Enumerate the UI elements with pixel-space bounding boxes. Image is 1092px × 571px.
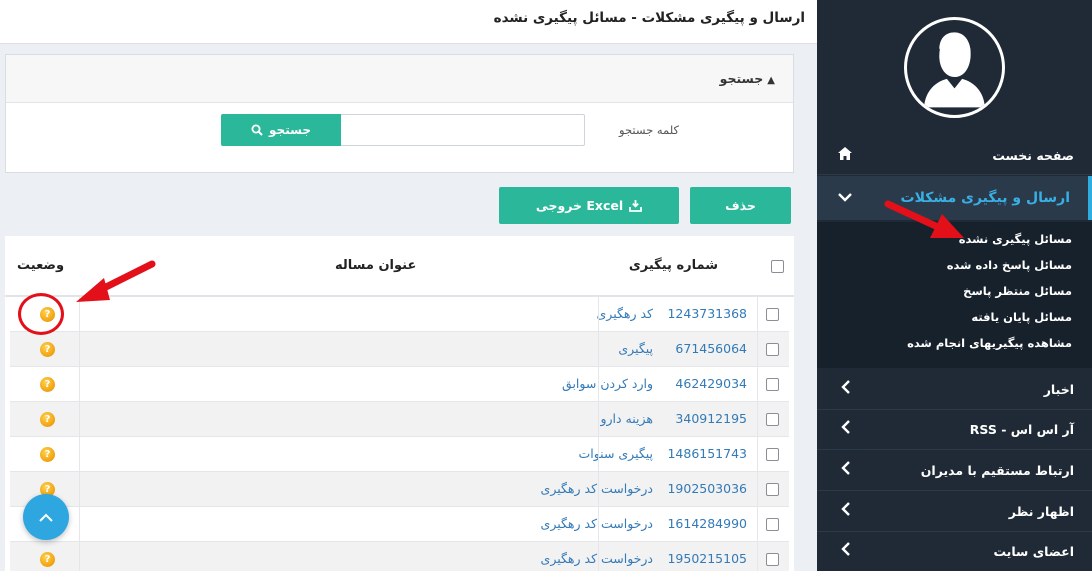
row-checkbox[interactable]	[766, 308, 779, 321]
row-checkbox[interactable]	[766, 413, 779, 426]
table-row: ? پیگیری سنوات 1486151743	[10, 437, 789, 472]
chevron-left-icon	[835, 380, 855, 398]
question-status-icon[interactable]: ?	[40, 377, 55, 392]
keyword-input[interactable]	[340, 114, 585, 146]
excel-export-button[interactable]: خروجی Excel	[499, 187, 679, 224]
tracking-number-link[interactable]: 462429034	[675, 376, 747, 391]
table-row: ? درخواست کد رهگیری 1902503036	[10, 472, 789, 507]
home-icon	[835, 146, 855, 164]
row-checkbox[interactable]	[766, 343, 779, 356]
user-avatar[interactable]	[904, 17, 1005, 118]
user-icon	[924, 32, 985, 108]
search-button[interactable]: جستجو	[221, 114, 341, 146]
question-status-icon[interactable]: ?	[40, 342, 55, 357]
row-checkbox[interactable]	[766, 378, 779, 391]
table-row: ? هزینه دارو 340912195	[10, 402, 789, 437]
sidebar-item-members[interactable]: اعضای سایت	[817, 532, 1092, 570]
submenu-item-unfollowed[interactable]: مسائل پیگیری نشده	[817, 226, 1092, 252]
sidebar: صفحه نخست ارسال و پیگیری مشکلات مسائل پی…	[817, 0, 1092, 571]
caret-up-icon: ▲	[767, 75, 775, 86]
tracking-number-link[interactable]: 1243731368	[667, 306, 747, 321]
table-row: ? پیگیری 671456064	[10, 332, 789, 367]
submenu-item-closed[interactable]: مسائل پایان یافته	[817, 304, 1092, 330]
tracking-number-link[interactable]: 1950215105	[667, 551, 747, 566]
select-all-checkbox[interactable]	[771, 260, 784, 273]
row-checkbox[interactable]	[766, 483, 779, 496]
tracking-number-link[interactable]: 1486151743	[667, 446, 747, 461]
sidebar-item-news[interactable]: اخبار	[817, 370, 1092, 408]
question-status-icon[interactable]: ?	[40, 552, 55, 567]
row-checkbox[interactable]	[766, 448, 779, 461]
keyword-label: کلمه جستجو	[619, 123, 679, 137]
sidebar-item-feedback[interactable]: اظهار نظر	[817, 492, 1092, 530]
search-panel-title[interactable]: ▲جستجو	[720, 71, 775, 86]
scroll-to-top-button[interactable]	[23, 494, 69, 540]
sidebar-item-issues[interactable]: ارسال و پیگیری مشکلات	[817, 176, 1092, 220]
submenu-item-answered[interactable]: مسائل پاسخ داده شده	[817, 252, 1092, 278]
tracking-number-link[interactable]: 1902503036	[667, 481, 747, 496]
column-header-title[interactable]: عنوان مساله	[335, 258, 416, 273]
issues-table: شماره پیگیری عنوان مساله وضعیت ? کد رهگی…	[5, 236, 794, 571]
tracking-number-link[interactable]: 340912195	[675, 411, 747, 426]
search-icon	[251, 124, 263, 136]
question-status-icon[interactable]: ?	[40, 412, 55, 427]
annotation-circle	[18, 293, 64, 335]
search-panel: ▲جستجو کلمه جستجو جستجو	[5, 54, 794, 173]
sidebar-item-rss[interactable]: آر اس اس - RSS	[817, 410, 1092, 448]
table-row: ? وارد کردن سوابق 462429034	[10, 367, 789, 402]
submenu-item-history[interactable]: مشاهده پیگیریهای انجام شده	[817, 330, 1092, 356]
chevron-up-icon	[39, 513, 53, 522]
sidebar-item-home[interactable]: صفحه نخست	[817, 136, 1092, 174]
table-row: ? درخواست کد رهگیری 1950215105	[10, 542, 789, 571]
chevron-left-icon	[835, 420, 855, 438]
question-status-icon[interactable]: ?	[40, 447, 55, 462]
chevron-left-icon	[835, 502, 855, 520]
chevron-left-icon	[835, 461, 855, 479]
top-bar: ارسال و پیگیری مشکلات - مسائل پیگیری نشد…	[0, 0, 817, 44]
tracking-number-link[interactable]: 671456064	[675, 341, 747, 356]
chevron-down-icon	[835, 190, 855, 206]
search-panel-header[interactable]: ▲جستجو	[6, 55, 793, 103]
row-checkbox[interactable]	[766, 553, 779, 566]
tracking-number-link[interactable]: 1614284990	[667, 516, 747, 531]
issues-submenu: مسائل پیگیری نشده مسائل پاسخ داده شده مس…	[817, 222, 1092, 368]
table-row: ? درخواست کد رهگیری 1614284990	[10, 507, 789, 542]
column-header-tracking[interactable]: شماره پیگیری	[629, 258, 718, 273]
submenu-item-awaiting[interactable]: مسائل منتظر پاسخ	[817, 278, 1092, 304]
sidebar-item-contact-managers[interactable]: ارتباط مستقیم با مدیران	[817, 451, 1092, 489]
row-checkbox[interactable]	[766, 518, 779, 531]
column-header-status[interactable]: وضعیت	[17, 258, 64, 273]
page-title: ارسال و پیگیری مشکلات - مسائل پیگیری نشد…	[493, 10, 805, 26]
delete-button[interactable]: حذف	[690, 187, 791, 224]
download-icon	[629, 199, 643, 212]
table-row: ? کد رهگیری 1243731368	[10, 297, 789, 332]
chevron-left-icon	[835, 542, 855, 560]
